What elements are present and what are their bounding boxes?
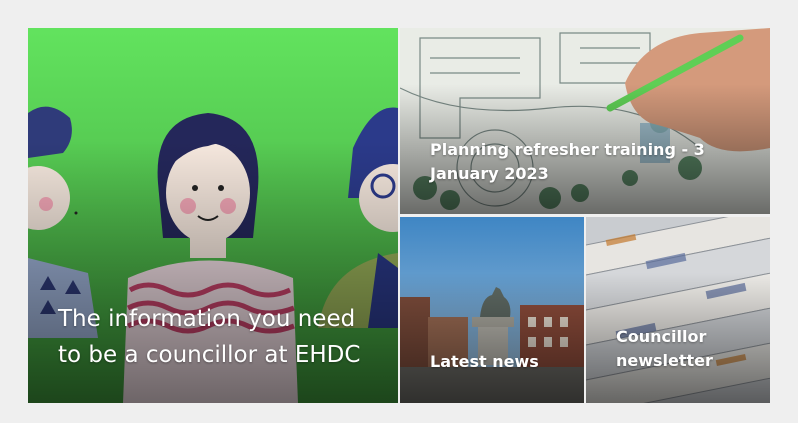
tile-caption: Latest news [430, 352, 539, 371]
tile-caption: Planning refresher training - 3 January … [430, 140, 705, 183]
tile-latest-news[interactable]: Latest news [400, 217, 584, 403]
tile-planning-training[interactable]: Planning refresher training - 3 January … [400, 28, 770, 214]
tile-caption: The information you need to be a council… [58, 306, 361, 368]
tile-caption: Councillor newsletter [616, 327, 713, 370]
featured-content-grid: The information you need to be a council… [28, 28, 770, 403]
tile-councillor-information[interactable]: The information you need to be a council… [28, 28, 398, 403]
tile-councillor-newsletter[interactable]: Councillor newsletter [586, 217, 770, 403]
caption-shade [400, 272, 584, 403]
